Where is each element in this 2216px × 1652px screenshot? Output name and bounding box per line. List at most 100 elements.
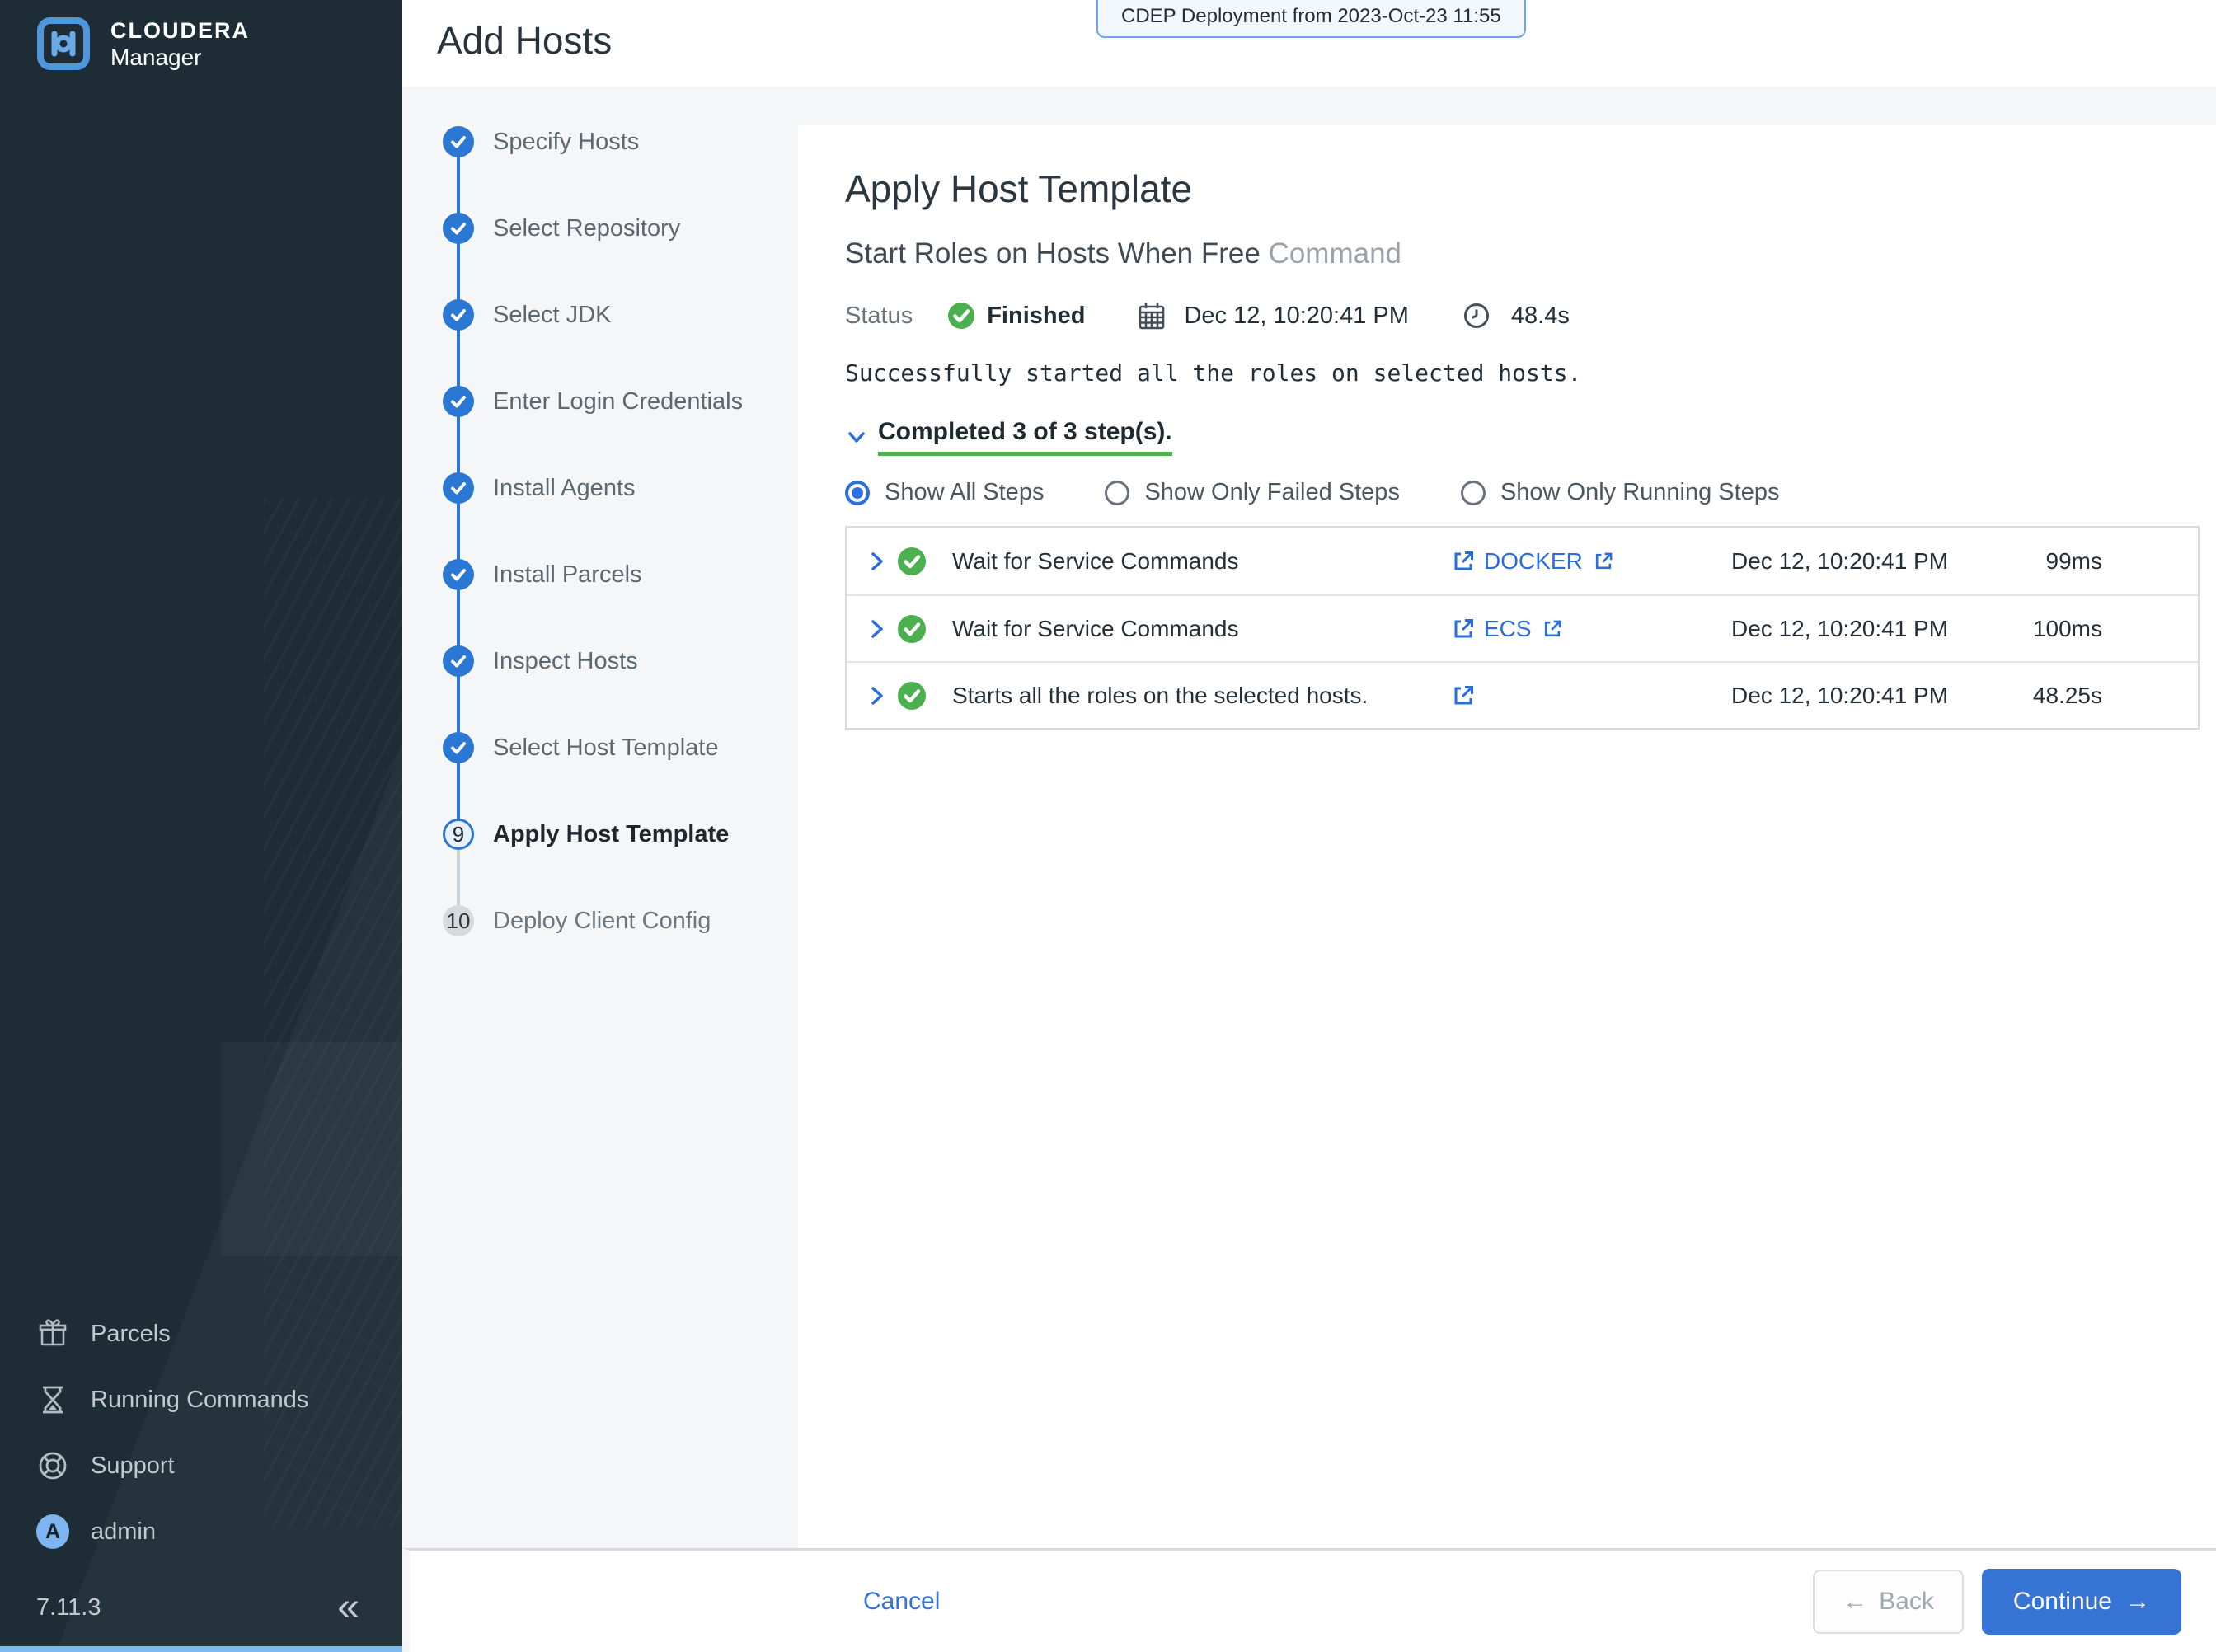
sidebar-item-parcels[interactable]: Parcels bbox=[0, 1301, 402, 1367]
command-steps-table: Wait for Service Commands DOCKER Dec 12,… bbox=[845, 526, 2200, 730]
step-filter-radios: Show All Steps Show Only Failed Steps Sh… bbox=[845, 479, 2216, 506]
external-link-icon[interactable] bbox=[1542, 618, 1563, 640]
step-timestamp: Dec 12, 10:20:41 PM bbox=[1731, 547, 1949, 574]
table-row: Wait for Service Commands ECS Dec 12, 10… bbox=[847, 594, 2198, 661]
completed-summary: Completed 3 of 3 step(s). bbox=[878, 418, 1172, 456]
sidebar-item-running-commands[interactable]: Running Commands bbox=[0, 1367, 402, 1433]
expand-row-icon[interactable] bbox=[868, 551, 886, 572]
step-duration: 99ms bbox=[2045, 547, 2102, 574]
hourglass-icon bbox=[36, 1383, 69, 1416]
content-row: Specify Hosts Select Repository Select J… bbox=[402, 87, 2216, 1548]
page-title: Add Hosts bbox=[437, 19, 613, 62]
wizard-footer: Cancel ← Back Continue → bbox=[402, 1548, 2216, 1652]
radio-show-all-steps[interactable]: Show All Steps bbox=[845, 479, 1044, 506]
step-label: Select Host Template bbox=[493, 734, 719, 761]
sidebar-bottom-nav: Parcels Running Commands Support A admin bbox=[0, 1301, 402, 1565]
step-label: Enter Login Credentials bbox=[493, 388, 744, 415]
step-check-icon bbox=[443, 299, 474, 331]
status-value: Finished bbox=[987, 302, 1086, 329]
service-link[interactable]: DOCKER bbox=[1484, 548, 1583, 575]
brand-text: CLOUDERA Manager bbox=[110, 17, 250, 71]
step-label: Select JDK bbox=[493, 302, 612, 328]
status-label: Status bbox=[845, 302, 913, 329]
expand-row-icon[interactable] bbox=[868, 618, 886, 640]
command-name: Start Roles on Hosts When Free bbox=[845, 237, 1261, 270]
step-number: 10 bbox=[443, 905, 474, 936]
brand-line2: Manager bbox=[110, 44, 202, 70]
context-link-cell bbox=[1451, 549, 1484, 574]
calendar-icon bbox=[1139, 303, 1165, 330]
back-arrow-icon: ← bbox=[1843, 1587, 1868, 1615]
wizard-step-specify-hosts: Specify Hosts bbox=[402, 126, 798, 213]
page-header: Add Hosts CDEP Deployment from 2023-Oct-… bbox=[402, 0, 2216, 87]
step-label: Deploy Client Config bbox=[493, 908, 711, 934]
status-duration: 48.4s bbox=[1510, 302, 1570, 329]
sidebar-item-label: admin bbox=[91, 1518, 156, 1545]
radio-icon[interactable] bbox=[1460, 480, 1486, 505]
step-description: Starts all the roles on the selected hos… bbox=[952, 682, 1369, 708]
wizard-step-deploy-client-config: 10 Deploy Client Config bbox=[402, 905, 798, 992]
radio-show-only-running-steps[interactable]: Show Only Running Steps bbox=[1460, 479, 1780, 506]
status-timestamp: Dec 12, 10:20:41 PM bbox=[1184, 302, 1409, 329]
step-label: Install Parcels bbox=[493, 561, 642, 588]
radio-label[interactable]: Show All Steps bbox=[885, 479, 1044, 506]
step-duration: 48.25s bbox=[2032, 682, 2102, 708]
wizard-step-inspect-hosts: Inspect Hosts bbox=[402, 645, 798, 732]
collapse-sidebar-icon[interactable]: « bbox=[337, 1588, 359, 1627]
external-link-icon[interactable] bbox=[1451, 617, 1476, 641]
expand-row-icon[interactable] bbox=[868, 685, 886, 706]
table-row: Wait for Service Commands DOCKER Dec 12,… bbox=[847, 528, 2198, 594]
sidebar-item-label: Parcels bbox=[91, 1320, 171, 1347]
wizard-step-apply-host-template: 9 Apply Host Template bbox=[402, 819, 798, 905]
command-title: Apply Host Template bbox=[845, 167, 1193, 210]
step-timestamp: Dec 12, 10:20:41 PM bbox=[1731, 682, 1949, 708]
sidebar-item-admin[interactable]: A admin bbox=[0, 1499, 402, 1565]
status-row: Status Finished Dec 12, 10:20:41 PM 48.4… bbox=[845, 302, 2216, 330]
step-timestamp: Dec 12, 10:20:41 PM bbox=[1731, 615, 1949, 641]
wizard-step-select-host-template: Select Host Template bbox=[402, 732, 798, 819]
radio-label[interactable]: Show Only Running Steps bbox=[1500, 479, 1780, 506]
brand[interactable]: CLOUDERA Manager bbox=[36, 16, 250, 71]
continue-button[interactable]: Continue → bbox=[1981, 1568, 2181, 1635]
step-success-icon bbox=[898, 681, 926, 710]
external-link-icon[interactable] bbox=[1593, 551, 1614, 572]
radio-icon[interactable] bbox=[1105, 480, 1130, 505]
clock-icon bbox=[1463, 303, 1489, 328]
context-link-cell bbox=[1451, 617, 1484, 641]
service-link[interactable]: ECS bbox=[1484, 616, 1532, 642]
sidebar: CLOUDERA Manager Parcels Running Command… bbox=[0, 0, 402, 1652]
wizard-steps-panel: Specify Hosts Select Repository Select J… bbox=[402, 87, 798, 1548]
back-button[interactable]: ← Back bbox=[1813, 1569, 1964, 1634]
radio-show-only-failed-steps[interactable]: Show Only Failed Steps bbox=[1105, 479, 1400, 506]
command-subtitle: Start Roles on Hosts When Free Command bbox=[845, 237, 2216, 270]
step-check-icon bbox=[443, 213, 474, 244]
step-check-icon bbox=[443, 386, 474, 417]
step-label: Specify Hosts bbox=[493, 129, 640, 155]
step-description: Wait for Service Commands bbox=[952, 547, 1239, 574]
main-area: Add Hosts CDEP Deployment from 2023-Oct-… bbox=[402, 0, 2216, 1652]
finished-check-icon bbox=[948, 303, 975, 329]
step-label: Inspect Hosts bbox=[493, 648, 638, 674]
external-link-icon[interactable] bbox=[1451, 683, 1476, 708]
wizard-step-select-repository: Select Repository bbox=[402, 213, 798, 299]
radio-label[interactable]: Show Only Failed Steps bbox=[1144, 479, 1399, 506]
sidebar-item-label: Running Commands bbox=[91, 1386, 309, 1413]
context-link-cell bbox=[1451, 683, 1484, 708]
deployment-banner[interactable]: CDEP Deployment from 2023-Oct-23 11:55 bbox=[1096, 0, 1526, 38]
sidebar-item-label: Support bbox=[91, 1452, 175, 1479]
cancel-button[interactable]: Cancel bbox=[863, 1588, 940, 1616]
chevron-down-icon[interactable] bbox=[845, 425, 868, 448]
sidebar-block-decoration bbox=[221, 1042, 402, 1256]
step-label: Install Agents bbox=[493, 475, 636, 501]
step-check-icon bbox=[443, 472, 474, 504]
completed-summary-row: Completed 3 of 3 step(s). bbox=[845, 418, 2216, 456]
step-check-icon bbox=[443, 732, 474, 763]
sidebar-item-support[interactable]: Support bbox=[0, 1433, 402, 1499]
external-link-icon[interactable] bbox=[1451, 549, 1476, 574]
avatar-letter: A bbox=[36, 1514, 69, 1549]
radio-icon[interactable] bbox=[845, 480, 870, 505]
service-cell: ECS bbox=[1484, 616, 1731, 642]
brand-line1: CLOUDERA bbox=[110, 17, 250, 43]
step-description: Wait for Service Commands bbox=[952, 615, 1239, 641]
step-duration: 100ms bbox=[2032, 615, 2102, 641]
